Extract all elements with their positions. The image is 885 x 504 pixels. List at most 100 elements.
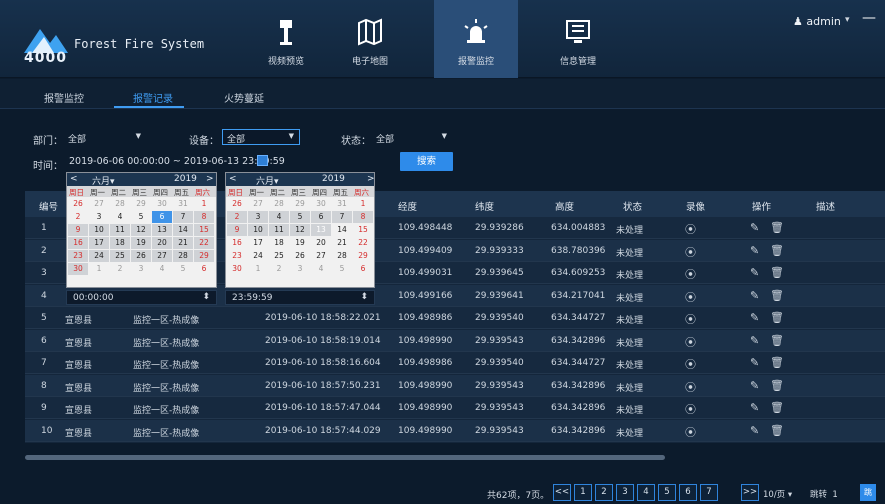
play-video-icon[interactable]: ⦿ — [685, 356, 696, 372]
calendar-day[interactable]: 2 — [227, 211, 247, 223]
calendar-day[interactable]: 19 — [290, 237, 310, 249]
calendar-day[interactable]: 1 — [194, 198, 214, 210]
play-video-icon[interactable]: ⦿ — [685, 379, 696, 395]
calendar-day[interactable]: 6 — [311, 211, 331, 223]
calendar-day[interactable]: 5 — [290, 211, 310, 223]
calendar-day[interactable]: 27 — [311, 250, 331, 262]
page-button[interactable]: 5 — [658, 484, 676, 501]
calendar-day[interactable]: 20 — [311, 237, 331, 249]
calendar-day[interactable]: 28 — [269, 198, 289, 210]
calendar-day[interactable]: 4 — [152, 263, 172, 275]
page-button[interactable]: 3 — [616, 484, 634, 501]
tab-alarm-monitor[interactable]: 报警监控 — [44, 90, 84, 105]
device-select[interactable]: 全部 ▼ — [222, 129, 300, 145]
calendar-day[interactable]: 25 — [110, 250, 130, 262]
calendar-day[interactable]: 1 — [248, 263, 268, 275]
nav-video-preview[interactable]: 视频预览 — [244, 0, 328, 78]
calendar-day[interactable]: 25 — [269, 250, 289, 262]
play-video-icon[interactable]: ⦿ — [685, 311, 696, 327]
calendar-day[interactable]: 3 — [248, 211, 268, 223]
calendar-day[interactable]: 4 — [110, 211, 130, 223]
calendar-day[interactable]: 7 — [173, 211, 193, 223]
edit-icon[interactable]: ✎ — [750, 334, 759, 347]
nav-info-management[interactable]: 信息管理 — [536, 0, 620, 78]
calendar-day[interactable]: 8 — [353, 211, 373, 223]
calendar-day[interactable]: 17 — [248, 237, 268, 249]
calendar-day[interactable]: 9 — [68, 224, 88, 236]
delete-icon[interactable]: 🗑 — [770, 334, 784, 347]
page-size-select[interactable]: 10/页 ▾ — [763, 488, 792, 500]
calendar-day[interactable]: 28 — [173, 250, 193, 262]
calendar-day[interactable]: 24 — [248, 250, 268, 262]
calendar-day[interactable]: 31 — [173, 198, 193, 210]
calendar-day[interactable]: 29 — [353, 250, 373, 262]
jump-to-page[interactable]: 跳转 1 — [810, 488, 838, 500]
calendar-day[interactable]: 20 — [152, 237, 172, 249]
calendar-day[interactable]: 23 — [227, 250, 247, 262]
calendar-day[interactable]: 13 — [311, 224, 331, 236]
delete-icon[interactable]: 🗑 — [770, 401, 784, 414]
edit-icon[interactable]: ✎ — [750, 244, 759, 257]
calendar-day[interactable]: 2 — [269, 263, 289, 275]
calendar-day[interactable]: 28 — [332, 250, 352, 262]
calendar-day[interactable]: 5 — [173, 263, 193, 275]
edit-icon[interactable]: ✎ — [750, 424, 759, 437]
calendar-day[interactable]: 22 — [194, 237, 214, 249]
calendar-day[interactable]: 15 — [194, 224, 214, 236]
calendar-day[interactable]: 9 — [227, 224, 247, 236]
year-select[interactable]: 2019 — [174, 174, 197, 184]
calendar-day[interactable]: 30 — [68, 263, 88, 275]
play-video-icon[interactable]: ⦿ — [685, 424, 696, 440]
time-spinner-icon[interactable]: ⬍ — [360, 292, 368, 302]
calendar-day[interactable]: 29 — [290, 198, 310, 210]
calendar-day[interactable]: 14 — [173, 224, 193, 236]
calendar-day[interactable]: 29 — [131, 198, 151, 210]
delete-icon[interactable]: 🗑 — [770, 289, 784, 302]
go-button[interactable]: 跳 — [860, 484, 876, 501]
delete-icon[interactable]: 🗑 — [770, 356, 784, 369]
prev-month-button[interactable]: < — [229, 174, 237, 184]
edit-icon[interactable]: ✎ — [750, 289, 759, 302]
calendar-day[interactable]: 6 — [194, 263, 214, 275]
calendar-day[interactable]: 22 — [353, 237, 373, 249]
calendar-day[interactable]: 21 — [332, 237, 352, 249]
edit-icon[interactable]: ✎ — [750, 266, 759, 279]
play-video-icon[interactable]: ⦿ — [685, 289, 696, 305]
calendar-day[interactable]: 26 — [290, 250, 310, 262]
calendar-day[interactable]: 8 — [194, 211, 214, 223]
tab-fire-spread[interactable]: 火势蔓延 — [224, 90, 264, 105]
delete-icon[interactable]: 🗑 — [770, 424, 784, 437]
edit-icon[interactable]: ✎ — [750, 356, 759, 369]
delete-icon[interactable]: 🗑 — [770, 266, 784, 279]
calendar-day[interactable]: 30 — [152, 198, 172, 210]
calendar-day[interactable]: 1 — [89, 263, 109, 275]
calendar-day[interactable]: 10 — [89, 224, 109, 236]
calendar-day[interactable]: 5 — [131, 211, 151, 223]
start-time-input[interactable]: 00:00:00 ⬍ — [66, 290, 217, 305]
prev-month-button[interactable]: < — [70, 174, 78, 184]
calendar-day[interactable]: 26 — [68, 198, 88, 210]
calendar-day[interactable]: 4 — [269, 211, 289, 223]
page-button[interactable]: 6 — [679, 484, 697, 501]
page-button[interactable]: 2 — [595, 484, 613, 501]
calendar-day[interactable]: 15 — [353, 224, 373, 236]
page-button[interactable]: 7 — [700, 484, 718, 501]
nav-e-map[interactable]: 电子地图 — [328, 0, 412, 78]
chevron-down-icon[interactable]: ▾ — [845, 15, 850, 25]
delete-icon[interactable]: 🗑 — [770, 244, 784, 257]
search-button[interactable]: 搜索 — [400, 152, 453, 171]
edit-icon[interactable]: ✎ — [750, 311, 759, 324]
calendar-day[interactable]: 23 — [68, 250, 88, 262]
calendar-day[interactable]: 7 — [332, 211, 352, 223]
delete-icon[interactable]: 🗑 — [770, 379, 784, 392]
calendar-day[interactable]: 24 — [89, 250, 109, 262]
calendar-day[interactable]: 13 — [152, 224, 172, 236]
edit-icon[interactable]: ✎ — [750, 379, 759, 392]
play-video-icon[interactable]: ⦿ — [685, 401, 696, 417]
calendar-day[interactable]: 27 — [152, 250, 172, 262]
time-spinner-icon[interactable]: ⬍ — [202, 292, 210, 302]
time-range-input[interactable]: 2019-06-06 00:00:00 ~ 2019-06-13 23:59:5… — [69, 156, 285, 167]
first-page-button[interactable]: << — [553, 484, 571, 501]
calendar-day[interactable]: 16 — [227, 237, 247, 249]
calendar-day[interactable]: 1 — [353, 198, 373, 210]
